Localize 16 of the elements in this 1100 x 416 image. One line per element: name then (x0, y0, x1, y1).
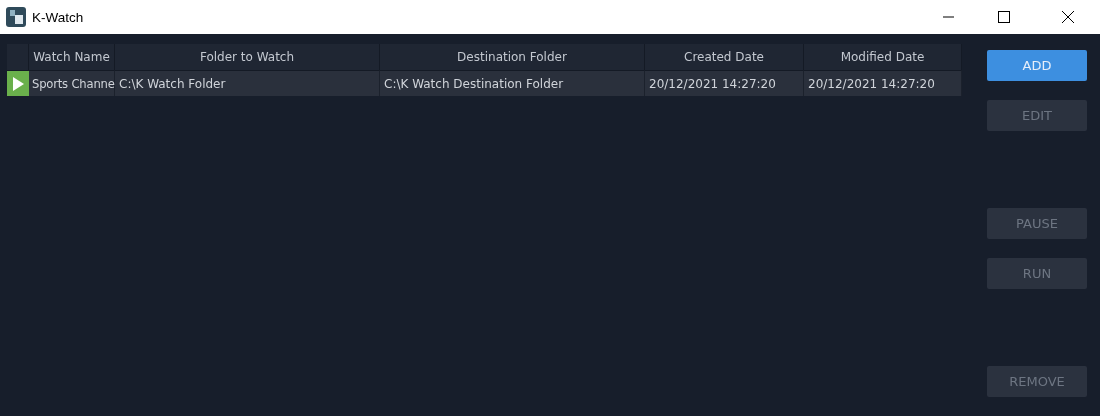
table-cell: 20/12/2021 14:27:20 (645, 70, 804, 96)
maximize-icon (998, 11, 1010, 23)
minimize-icon (943, 16, 955, 18)
column-header[interactable]: Modified Date (804, 44, 962, 70)
header-cell (7, 44, 29, 70)
close-icon (1062, 11, 1074, 23)
app-icon (6, 7, 26, 27)
window-title: K-Watch (32, 9, 84, 25)
column-header[interactable]: Destination Folder (380, 44, 645, 70)
table-cell: 20/12/2021 14:27:20 (804, 70, 962, 96)
column-header[interactable]: Folder to Watch (115, 44, 380, 70)
column-header[interactable]: Created Date (645, 44, 804, 70)
column-header[interactable]: Watch Name (29, 44, 115, 70)
table-cell: Sports Channe (29, 70, 115, 96)
table-cell: C:\K Watch Folder (115, 70, 380, 96)
table-cell: C:\K Watch Destination Folder (380, 70, 645, 96)
